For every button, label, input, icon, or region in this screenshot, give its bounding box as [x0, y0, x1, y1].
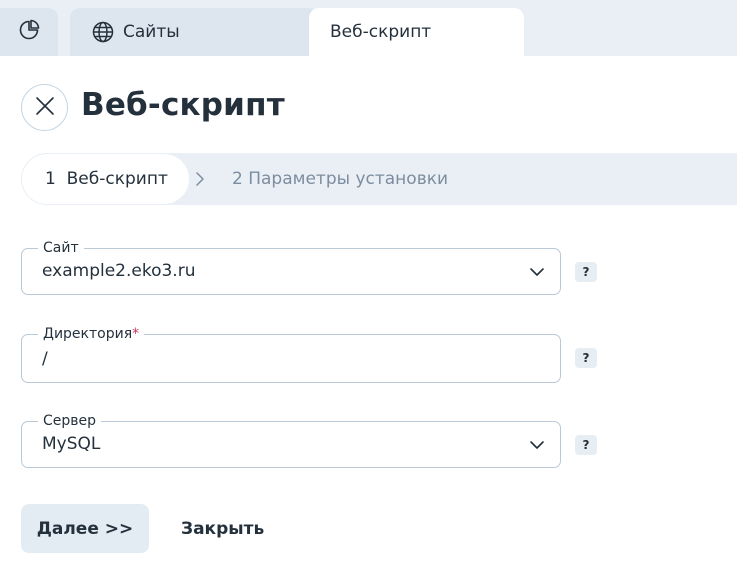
step-1[interactable]: 1 Веб-скрипт — [22, 154, 189, 204]
site-select[interactable]: Сайт example2.eko3.ru — [21, 239, 561, 295]
stepper: 1 Веб-скрипт 2 Параметры установки — [21, 153, 737, 205]
tab-sites-label: Сайты — [123, 22, 180, 42]
tab-web-script-label: Веб-скрипт — [330, 22, 432, 42]
step-1-label: Веб-скрипт — [66, 169, 168, 189]
server-select[interactable]: Сервер MySQL — [21, 412, 561, 468]
chevron-down-icon — [528, 263, 546, 281]
tab-dashboard[interactable] — [0, 8, 58, 56]
step-2-number: 2 — [232, 169, 243, 189]
directory-help-button[interactable]: ? — [575, 348, 597, 368]
next-button[interactable]: Далее >> — [21, 504, 149, 553]
directory-value: / — [42, 349, 48, 369]
step-2-label: Параметры установки — [248, 169, 449, 189]
directory-label: Директория* — [38, 325, 145, 343]
close-button[interactable] — [21, 84, 68, 131]
page-title: Веб-скрипт — [81, 87, 285, 123]
globe-icon — [91, 20, 115, 44]
server-value: MySQL — [42, 434, 101, 454]
directory-field[interactable]: Директория* / — [21, 325, 561, 383]
close-link-button[interactable]: Закрыть — [181, 504, 264, 553]
tab-sites[interactable]: Сайты — [70, 8, 372, 56]
top-tab-bar: Сайты Веб-скрипт — [0, 0, 737, 56]
pie-chart-icon — [18, 19, 40, 45]
chevron-right-icon — [193, 171, 207, 187]
step-1-number: 1 — [45, 169, 56, 189]
step-2[interactable]: 2 Параметры установки — [232, 153, 448, 205]
site-help-button[interactable]: ? — [575, 262, 597, 282]
server-help-button[interactable]: ? — [575, 435, 597, 455]
required-mark: * — [132, 326, 140, 342]
close-icon — [35, 96, 55, 120]
tab-web-script[interactable]: Веб-скрипт — [309, 8, 524, 56]
chevron-down-icon — [528, 436, 546, 454]
site-value: example2.eko3.ru — [42, 261, 196, 281]
